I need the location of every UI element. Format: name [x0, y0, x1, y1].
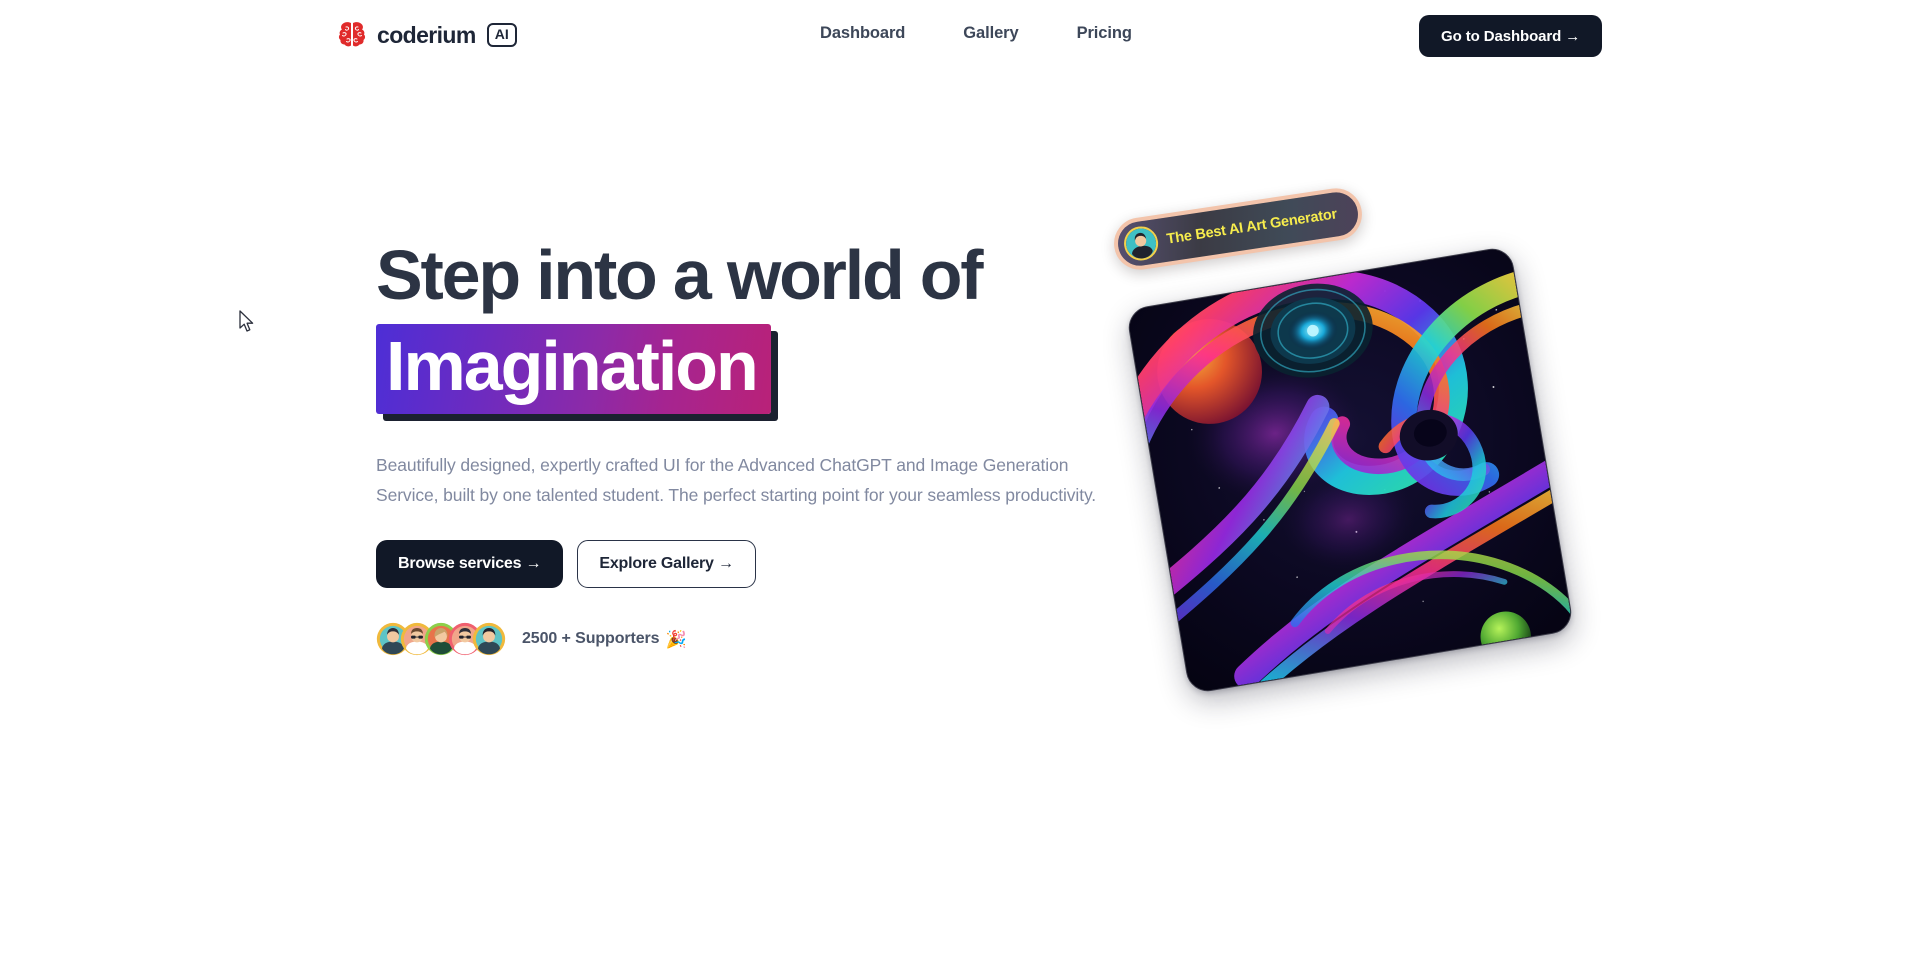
headline-highlight-box: Imagination: [376, 324, 771, 414]
supporters-count-text: 2500 + Supporters: [522, 630, 660, 648]
brain-icon: [336, 21, 368, 49]
hero-actions: Browse services → Explore Gallery →: [376, 540, 1136, 589]
main-nav: Dashboard Gallery Pricing: [820, 24, 1132, 43]
artwork-image[interactable]: [1125, 245, 1575, 695]
explore-gallery-button[interactable]: Explore Gallery →: [577, 540, 756, 589]
avatar-group: [376, 622, 506, 656]
nav-item-dashboard[interactable]: Dashboard: [820, 24, 905, 43]
supporters-label: 2500 + Supporters 🎉: [522, 630, 687, 648]
headline-highlight-wrap: Imagination: [376, 324, 771, 414]
hero-artwork: The Best AI Art Generator: [1110, 184, 1575, 695]
avatar-5: [472, 622, 506, 656]
party-popper-icon: 🎉: [665, 629, 687, 649]
badge-avatar: [1121, 224, 1161, 263]
logo-text: coderium: [377, 21, 476, 48]
nav-item-pricing[interactable]: Pricing: [1077, 24, 1132, 43]
headline-highlight-text: Imagination: [386, 327, 759, 405]
logo-ai-badge: AI: [486, 23, 517, 47]
mouse-cursor: [239, 310, 257, 334]
hero-content: Step into a world of Imagination Beautif…: [376, 240, 1136, 656]
badge-label: The Best AI Art Generator: [1165, 206, 1339, 248]
nav-item-gallery[interactable]: Gallery: [963, 24, 1018, 43]
site-header: coderium AI Dashboard Gallery Pricing Go…: [0, 0, 1920, 72]
best-ai-art-generator-badge: The Best AI Art Generator: [1110, 184, 1366, 274]
supporters-row: 2500 + Supporters 🎉: [376, 622, 1136, 656]
landing-page: coderium AI Dashboard Gallery Pricing Go…: [0, 0, 1920, 953]
go-to-dashboard-button[interactable]: Go to Dashboard →: [1419, 15, 1603, 57]
page-title: Step into a world of: [376, 236, 984, 314]
hero-subtext: Beautifully designed, expertly crafted U…: [376, 455, 1097, 506]
logo[interactable]: coderium AI: [336, 16, 517, 54]
browse-services-button[interactable]: Browse services →: [376, 540, 564, 589]
